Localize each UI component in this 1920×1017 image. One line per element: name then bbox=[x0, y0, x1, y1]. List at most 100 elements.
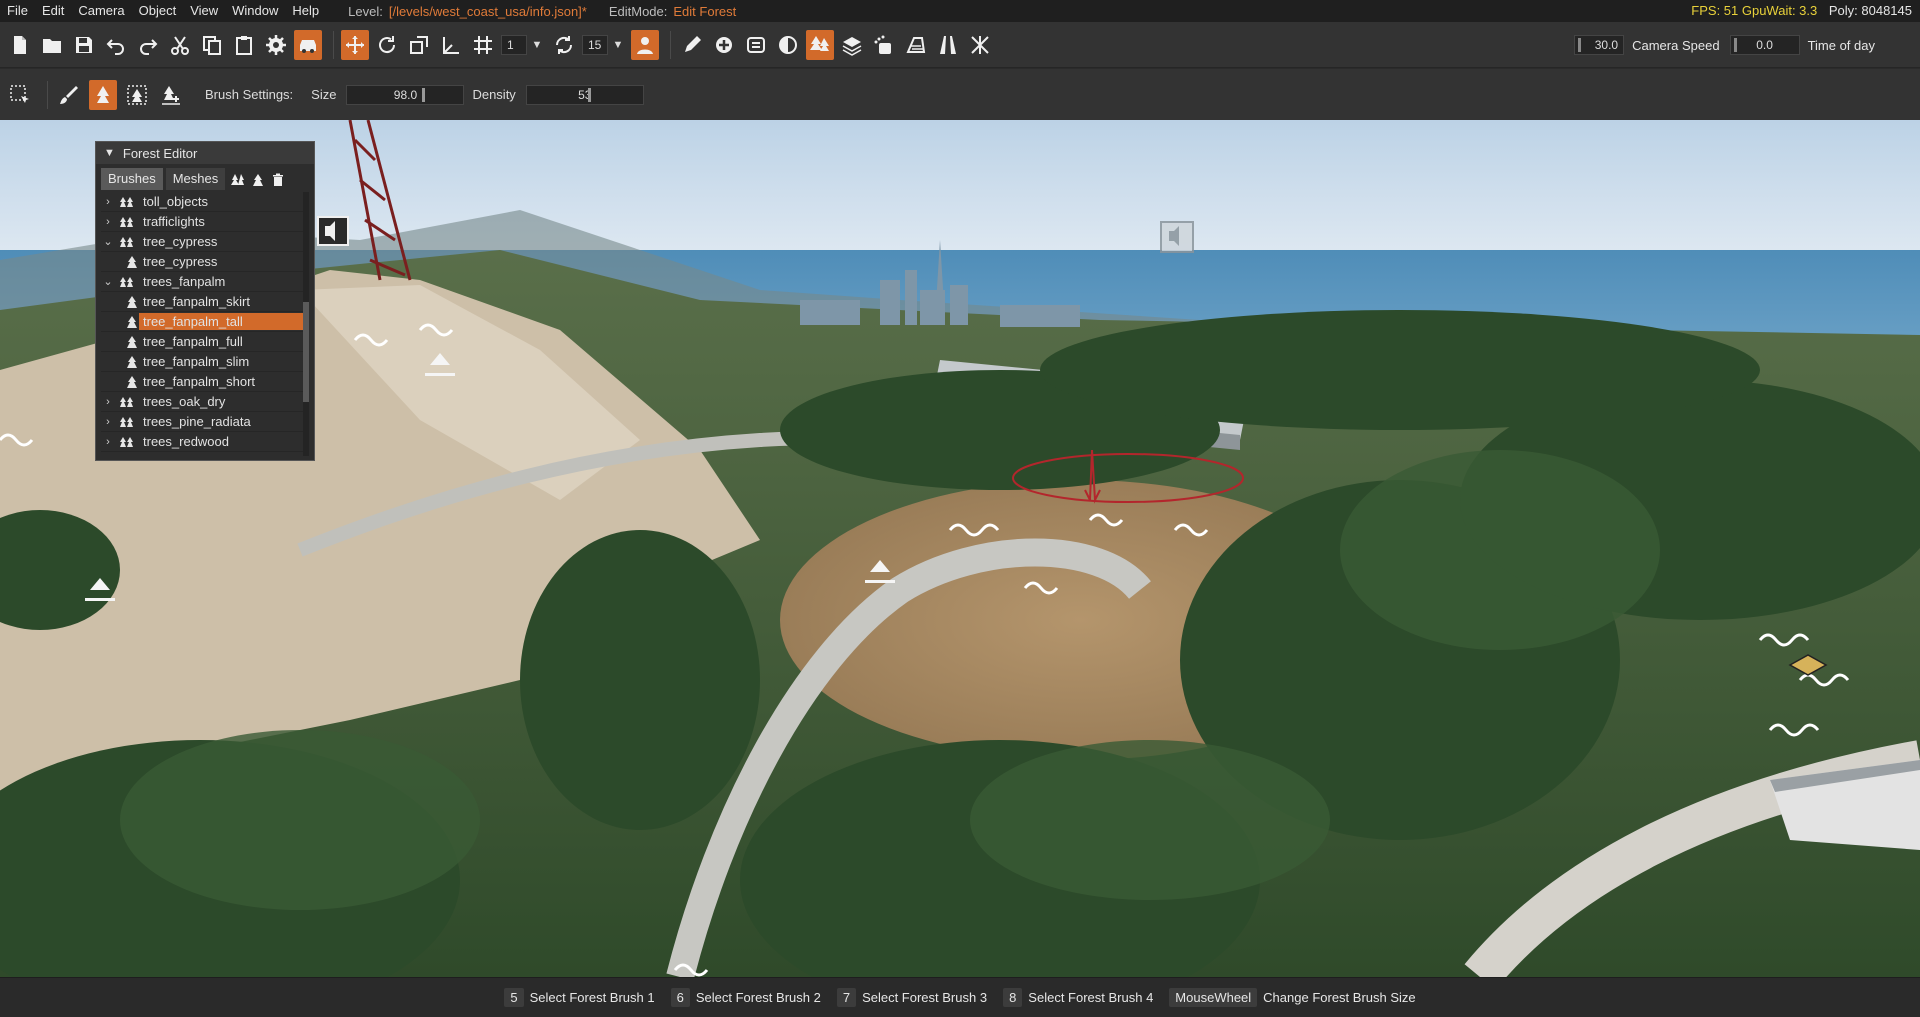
menu-edit[interactable]: Edit bbox=[35, 0, 71, 22]
tab-brushes[interactable]: Brushes bbox=[101, 168, 163, 190]
scrollbar-thumb[interactable] bbox=[303, 302, 309, 402]
tab-meshes[interactable]: Meshes bbox=[165, 168, 226, 190]
element-label: tree_fanpalm_full bbox=[143, 334, 243, 349]
settings-button[interactable] bbox=[262, 30, 290, 60]
list-item[interactable]: › trees_redwood bbox=[101, 432, 304, 452]
grid-snap-input[interactable]: 1 bbox=[501, 34, 527, 55]
rotate-snap-dropdown[interactable]: ▼ bbox=[611, 35, 625, 55]
tree-element-icon bbox=[125, 255, 139, 268]
cut-button[interactable] bbox=[166, 30, 194, 60]
rotate-snap-icon bbox=[555, 35, 573, 54]
shortcut-hint-bar: 5 Select Forest Brush 1 6 Select Forest Br… bbox=[0, 977, 1920, 1017]
sound-emitter-icon[interactable] bbox=[317, 216, 349, 246]
open-folder-button[interactable] bbox=[38, 30, 66, 60]
list-item[interactable]: tree_cypress bbox=[101, 252, 304, 272]
navmesh-tool-button[interactable] bbox=[966, 30, 994, 60]
list-item[interactable]: ⌄ trees_fanpalm bbox=[101, 272, 304, 292]
brush-density-slider[interactable]: 53 bbox=[525, 84, 644, 105]
brush-label: trafficlights bbox=[143, 214, 205, 229]
fps-readout: FPS: 51 GpuWait: 3.3 bbox=[1691, 3, 1818, 18]
list-scrollbar[interactable] bbox=[303, 192, 309, 456]
vehicle-button[interactable] bbox=[294, 29, 322, 60]
translate-tool-button[interactable] bbox=[341, 29, 369, 60]
menu-object[interactable]: Object bbox=[132, 0, 184, 22]
chevron-right-icon[interactable]: › bbox=[101, 416, 115, 428]
copy-button[interactable] bbox=[198, 30, 226, 60]
brush-icon bbox=[60, 85, 78, 104]
select-tool-button[interactable] bbox=[6, 80, 34, 110]
terrain-tool-button[interactable] bbox=[838, 30, 866, 60]
element-label: tree_fanpalm_slim bbox=[143, 354, 250, 369]
list-item[interactable]: › toll_objects bbox=[101, 192, 304, 212]
erase-selected-button[interactable] bbox=[123, 80, 151, 110]
decal-tool-button[interactable] bbox=[774, 30, 802, 60]
scale-tool-button[interactable] bbox=[405, 30, 433, 60]
add-object-button[interactable] bbox=[710, 30, 738, 60]
chevron-right-icon[interactable]: › bbox=[101, 196, 115, 208]
save-button[interactable] bbox=[70, 30, 98, 60]
list-item[interactable]: › trafficlights bbox=[101, 212, 304, 232]
menu-camera[interactable]: Camera bbox=[71, 0, 131, 22]
chevron-right-icon[interactable]: › bbox=[101, 436, 115, 448]
shortcut-hint: 6 Select Forest Brush 2 bbox=[670, 988, 821, 1007]
menu-window[interactable]: Window bbox=[225, 0, 285, 22]
rotate-icon bbox=[379, 35, 396, 53]
paint-brush-button[interactable] bbox=[55, 80, 83, 110]
erase-tree-button[interactable] bbox=[157, 80, 185, 110]
move-arrows-icon bbox=[346, 35, 364, 54]
list-item-selected[interactable]: tree_fanpalm_tall bbox=[101, 312, 304, 332]
delete-button[interactable] bbox=[268, 170, 288, 190]
brush-size-slider[interactable]: 98.0 bbox=[346, 84, 465, 105]
menu-help[interactable]: Help bbox=[285, 0, 326, 22]
chevron-right-icon[interactable]: › bbox=[101, 396, 115, 408]
forest-editor-title-bar[interactable]: ▼ Forest Editor bbox=[96, 142, 314, 164]
tree-element-icon bbox=[125, 315, 139, 328]
brush-settings-label: Brush Settings: bbox=[205, 87, 294, 102]
redo-button[interactable] bbox=[134, 30, 162, 60]
paint-tree-button[interactable] bbox=[89, 79, 117, 110]
menu-view[interactable]: View bbox=[183, 0, 225, 22]
new-file-button[interactable] bbox=[6, 30, 34, 60]
new-element-button[interactable] bbox=[248, 170, 268, 190]
brush-group-icon bbox=[115, 436, 139, 448]
collapse-triangle-icon[interactable]: ▼ bbox=[104, 147, 115, 159]
sound-emitter-icon[interactable] bbox=[1160, 221, 1194, 253]
brush-label: trees_pine_radiata bbox=[143, 414, 251, 429]
list-item[interactable]: tree_fanpalm_slim bbox=[101, 352, 304, 372]
rotate-snap-button[interactable] bbox=[550, 30, 578, 60]
forest-tool-button[interactable] bbox=[806, 29, 834, 60]
list-item[interactable]: tree_fanpalm_skirt bbox=[101, 292, 304, 312]
chevron-down-icon[interactable]: ⌄ bbox=[101, 235, 115, 248]
chevron-down-icon[interactable]: ⌄ bbox=[101, 275, 115, 288]
paint-tool-button[interactable] bbox=[870, 30, 898, 60]
rotate-snap-input[interactable]: 15 bbox=[582, 34, 608, 55]
list-item[interactable]: tree_fanpalm_full bbox=[101, 332, 304, 352]
pencil-tool-button[interactable] bbox=[678, 30, 706, 60]
mesh-road-button[interactable] bbox=[934, 30, 962, 60]
list-item[interactable]: tree_fanpalm_short bbox=[101, 372, 304, 392]
grid-snap-dropdown[interactable]: ▼ bbox=[530, 35, 544, 55]
list-item[interactable]: › trees_pine_radiata bbox=[101, 412, 304, 432]
list-item[interactable]: ⌄ tree_cypress bbox=[101, 232, 304, 252]
paste-button[interactable] bbox=[230, 30, 258, 60]
scale-icon bbox=[410, 35, 428, 54]
trash-icon bbox=[273, 173, 284, 186]
camera-speed-input[interactable]: 30.0 bbox=[1574, 35, 1625, 55]
toolbar-separator bbox=[670, 30, 671, 59]
time-of-day-input[interactable]: 0.0 bbox=[1729, 35, 1800, 55]
menu-file[interactable]: File bbox=[0, 0, 35, 22]
road-tool-button[interactable] bbox=[742, 30, 770, 60]
shortcut-action: Select Forest Brush 4 bbox=[1028, 990, 1154, 1005]
rotate-tool-button[interactable] bbox=[373, 30, 401, 60]
camera-person-button[interactable] bbox=[631, 29, 659, 60]
list-item[interactable]: › trees_oak_dry bbox=[101, 392, 304, 412]
element-label: tree_fanpalm_skirt bbox=[143, 294, 250, 309]
river-tool-button[interactable] bbox=[902, 30, 930, 60]
camera-speed-label: Camera Speed bbox=[1632, 37, 1720, 53]
grid-snap-button[interactable] bbox=[469, 30, 497, 60]
new-brush-button[interactable] bbox=[228, 170, 248, 190]
world-space-button[interactable] bbox=[437, 30, 465, 60]
chevron-right-icon[interactable]: › bbox=[101, 216, 115, 228]
toolbar-separator bbox=[333, 30, 334, 59]
undo-button[interactable] bbox=[102, 30, 130, 60]
